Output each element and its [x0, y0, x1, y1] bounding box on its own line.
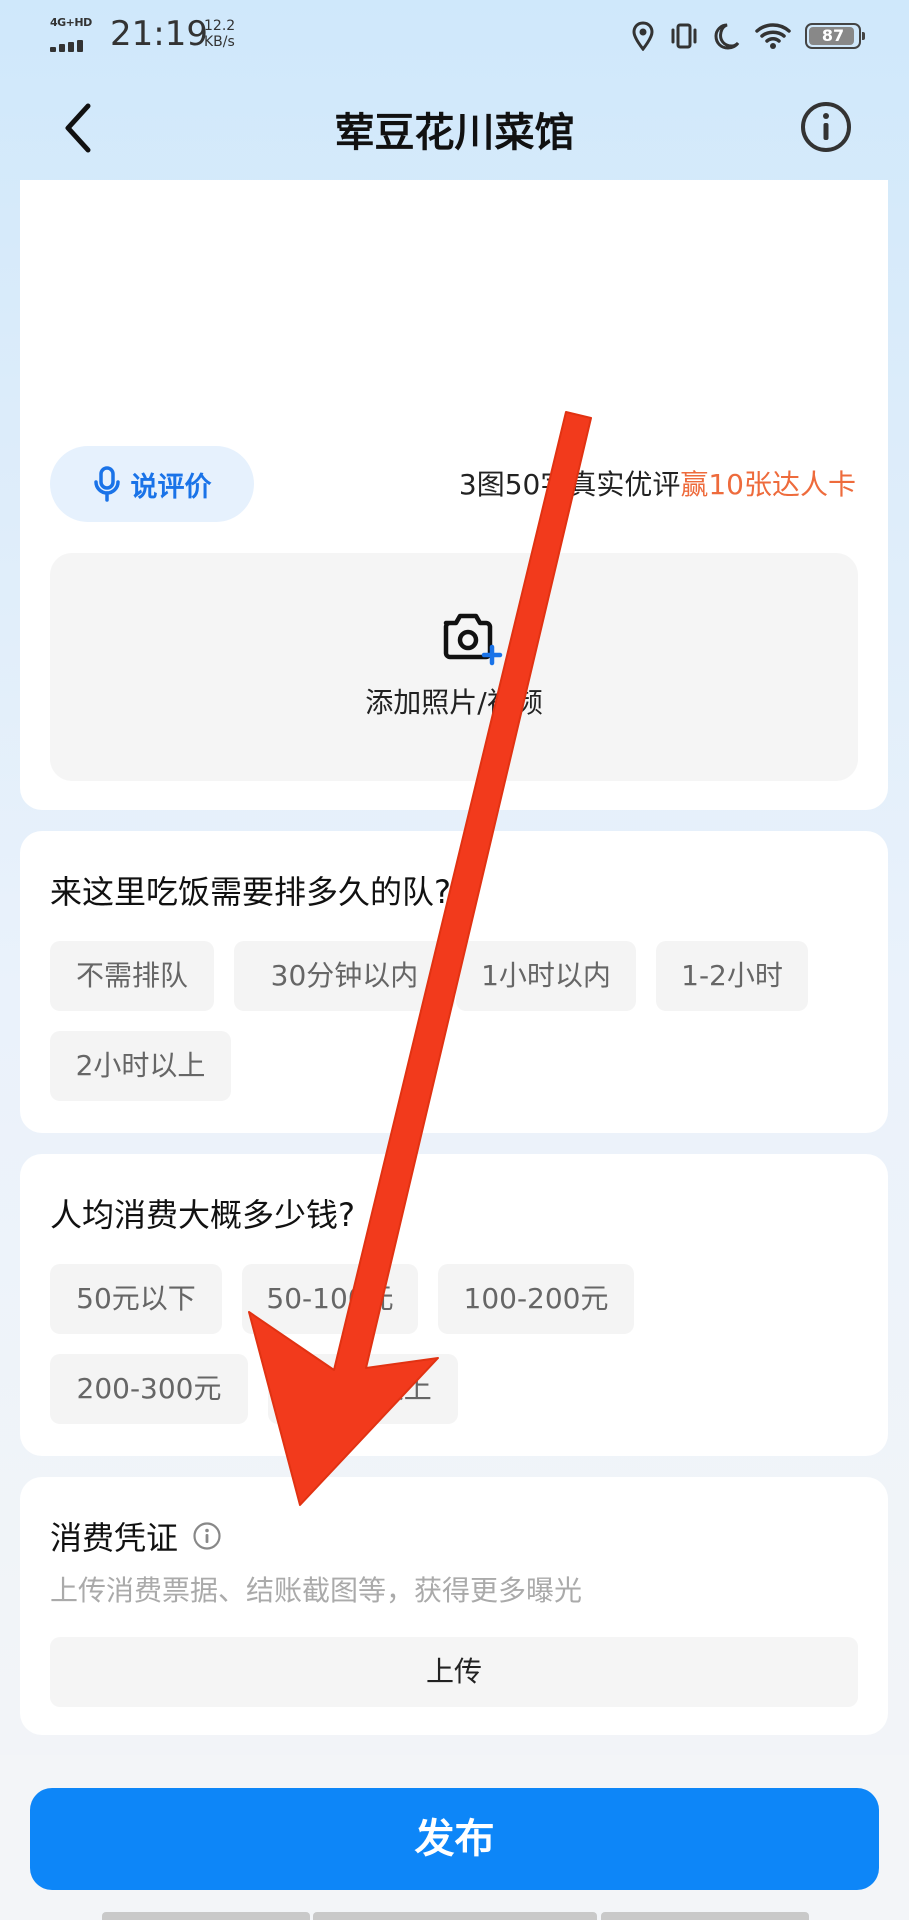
vibrate-icon	[669, 21, 699, 51]
gesture-bar-segment	[102, 1912, 310, 1920]
price-option[interactable]: 300元以上	[268, 1354, 458, 1424]
info-icon[interactable]	[192, 1521, 222, 1551]
network-speed: 12.2 KB/s	[204, 18, 264, 50]
review-card: 说评价 3图50字真实优评赢10张达人卡 添加照片/视频	[20, 180, 888, 810]
battery-level: 87	[821, 26, 845, 45]
network-type: 4G+HD	[50, 16, 92, 29]
price-option[interactable]: 200-300元	[50, 1354, 248, 1424]
location-icon	[631, 21, 655, 51]
status-bar: 4G+HD 21:19 12.2 KB/s 87	[0, 0, 909, 70]
queue-question: 来这里吃饭需要排多久的队?	[50, 873, 451, 911]
promo-text: 3图50字真实优评赢10张达人卡	[459, 463, 856, 503]
wifi-icon	[755, 22, 791, 50]
queue-card: 来这里吃饭需要排多久的队? 不需排队 30分钟以内 1小时以内 1-2小时 2小…	[20, 831, 888, 1133]
queue-option[interactable]: 1-2小时	[656, 941, 808, 1011]
page-title: 荤豆花川菜馆	[334, 110, 575, 156]
gesture-bar-segment	[313, 1912, 597, 1920]
receipt-subtitle: 上传消费票据、结账截图等，获得更多曝光	[50, 1574, 583, 1607]
queue-option[interactable]: 2小时以上	[50, 1031, 231, 1101]
receipt-title: 消费凭证	[50, 1519, 179, 1557]
battery-icon: 87	[805, 23, 865, 49]
info-circle-icon	[801, 102, 851, 152]
upload-receipt-button[interactable]: 上传	[50, 1637, 858, 1707]
status-time: 21:19	[110, 14, 208, 54]
price-option[interactable]: 50元以下	[50, 1264, 222, 1334]
promo-requirement: 3图50字真实优评	[458, 468, 681, 501]
voice-review-button[interactable]: 说评价	[50, 446, 254, 522]
moon-icon	[713, 21, 741, 51]
price-option[interactable]: 100-200元	[438, 1264, 634, 1334]
queue-option[interactable]: 1小时以内	[456, 941, 636, 1011]
network-speed-unit: KB/s	[204, 34, 235, 50]
voice-review-label: 说评价	[130, 471, 212, 503]
price-card: 人均消费大概多少钱? 50元以下 50-100元 100-200元 200-30…	[20, 1154, 888, 1456]
gesture-bar-segment	[601, 1912, 809, 1920]
queue-option[interactable]: 不需排队	[50, 941, 214, 1011]
receipt-card: 消费凭证 上传消费票据、结账截图等，获得更多曝光 上传	[20, 1477, 888, 1735]
cellular-signal-icon: 4G+HD	[50, 16, 100, 52]
price-question: 人均消费大概多少钱?	[50, 1196, 355, 1234]
promo-reward: 赢10张达人卡	[680, 468, 856, 501]
add-media-button[interactable]: 添加照片/视频	[50, 553, 858, 781]
receipt-heading: 消费凭证	[50, 1513, 222, 1559]
microphone-icon	[93, 466, 120, 502]
price-option[interactable]: 50-100元	[242, 1264, 418, 1334]
network-speed-value: 12.2	[204, 18, 236, 34]
camera-add-icon	[443, 613, 503, 666]
info-button[interactable]	[799, 100, 853, 154]
add-media-label: 添加照片/视频	[365, 686, 543, 719]
nav-bar: 荤豆花川菜馆	[0, 70, 909, 180]
queue-option[interactable]: 30分钟以内	[234, 941, 455, 1011]
publish-button[interactable]: 发布	[30, 1788, 879, 1890]
